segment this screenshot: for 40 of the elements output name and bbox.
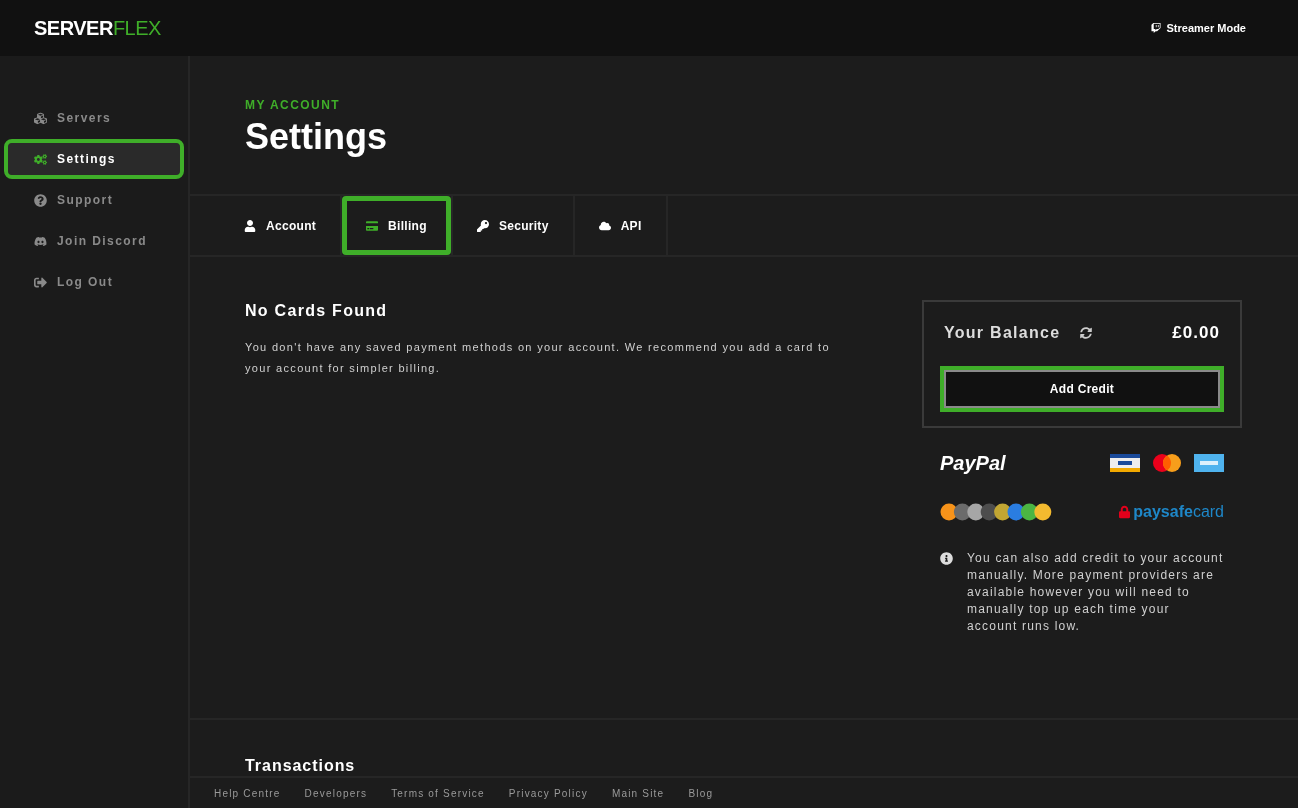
refresh-icon[interactable] xyxy=(1080,326,1093,339)
streamer-mode-button[interactable]: Streamer Mode xyxy=(1150,19,1246,37)
gears-icon xyxy=(34,152,47,166)
crypto-coins-icon xyxy=(940,502,1052,521)
question-icon xyxy=(34,193,47,207)
settings-tab[interactable]: API xyxy=(574,196,668,255)
amex-card-icon xyxy=(1194,453,1224,472)
info-icon xyxy=(940,551,953,565)
footer-link[interactable]: Blog xyxy=(688,785,714,801)
settings-tab[interactable]: Account xyxy=(220,196,343,255)
paysafecard-logo: paysafecard xyxy=(1133,501,1224,522)
balance-label: Your Balance xyxy=(944,322,1061,343)
settings-tab[interactable]: Billing xyxy=(342,196,453,255)
no-cards-heading: No Cards Found xyxy=(245,301,389,321)
visa-card-icon xyxy=(1110,453,1140,472)
cubes-icon xyxy=(34,111,47,125)
logout-icon xyxy=(34,275,47,289)
sidebar-item[interactable]: Log Out xyxy=(8,266,180,298)
discord-icon xyxy=(34,234,47,248)
footer-link[interactable]: Privacy Policy xyxy=(508,785,588,801)
footer-link[interactable]: Terms of Service xyxy=(391,785,485,801)
transactions-heading: Transactions xyxy=(245,756,356,776)
footer-link[interactable]: Main Site xyxy=(611,785,665,801)
section-eyebrow: MY ACCOUNT xyxy=(245,97,342,114)
balance-amount: £0.00 xyxy=(1172,322,1220,344)
sidebar-item[interactable]: Support xyxy=(8,184,180,216)
sidebar-item[interactable]: Servers xyxy=(8,102,180,134)
manual-credit-note: You can also add credit to your account manually. More payment providers are available however you will need to manually top up each time your account runs low. xyxy=(967,549,1224,635)
footer-link[interactable]: Help Centre xyxy=(214,785,281,801)
logo-text-accent[interactable]: FLEX xyxy=(112,13,161,43)
logo-text[interactable]: SERVER xyxy=(34,13,113,43)
twitch-icon xyxy=(1150,23,1161,33)
mastercard-icon xyxy=(1152,453,1182,472)
paypal-logo: PayPal xyxy=(940,450,1006,476)
sidebar-item[interactable]: Join Discord xyxy=(8,225,180,257)
padlock-icon xyxy=(1119,504,1131,519)
page-title: Settings xyxy=(245,115,388,159)
footer-link[interactable]: Developers xyxy=(304,785,368,801)
no-cards-message: You don't have any saved payment methods on your account. We recommend you add a card to your account for simpler billing. xyxy=(245,340,831,376)
settings-tab[interactable]: Security xyxy=(452,196,575,255)
